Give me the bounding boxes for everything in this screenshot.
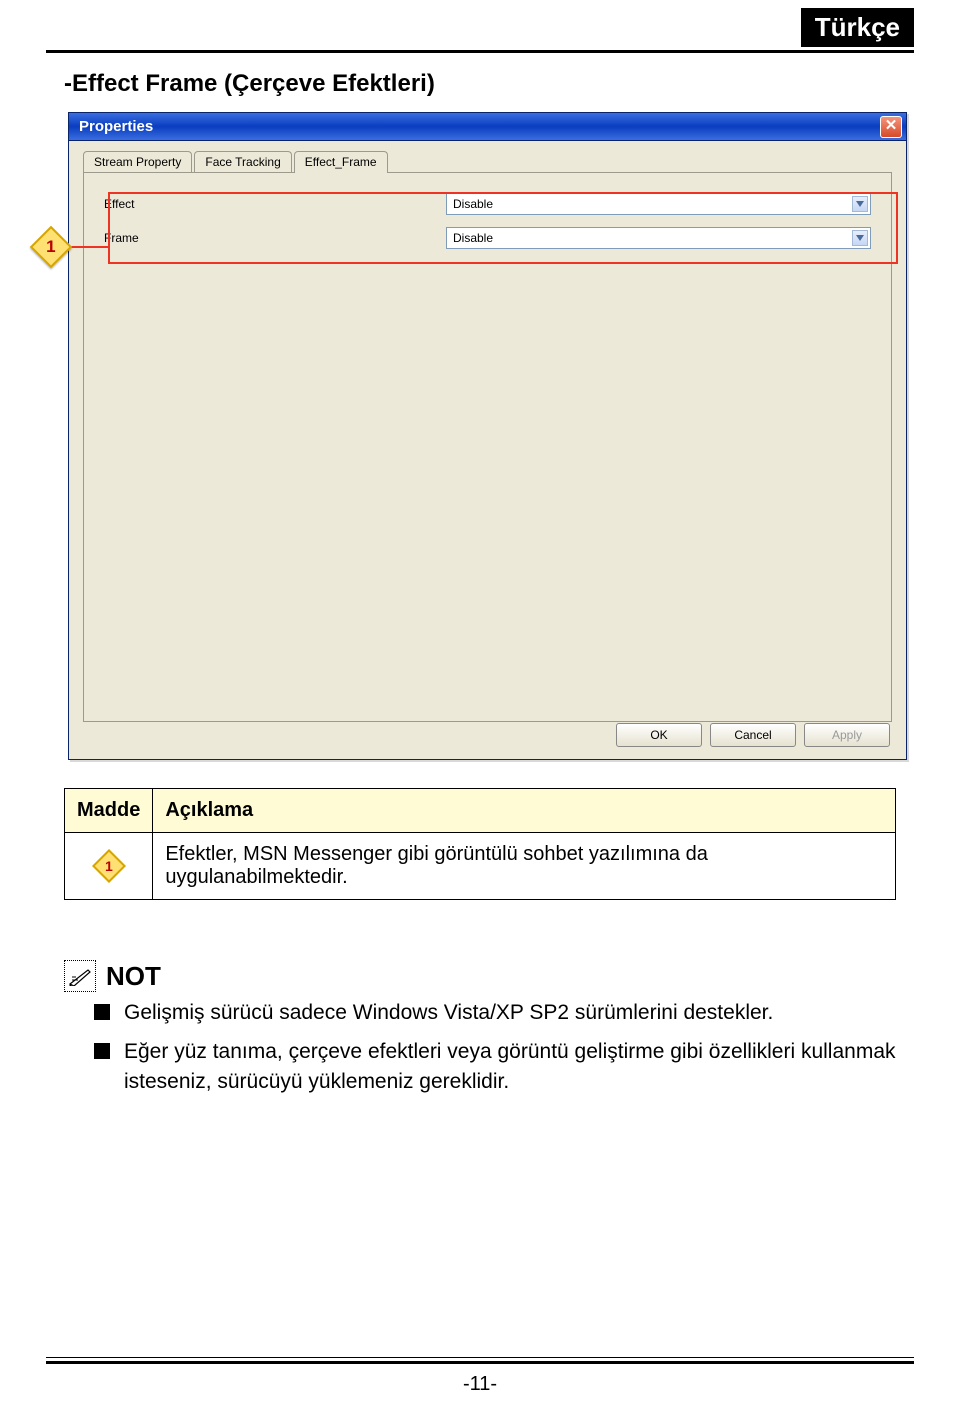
top-horizontal-rule	[46, 50, 914, 53]
apply-button[interactable]: Apply	[804, 723, 890, 747]
label-effect: Effect	[104, 197, 438, 211]
page-number: -11-	[0, 1373, 960, 1396]
cell-marker: 1	[65, 833, 153, 900]
diamond-marker-icon: 1	[92, 849, 126, 883]
row-frame: Frame Disable	[104, 225, 871, 251]
dialog-title: Properties	[79, 118, 153, 135]
chevron-down-icon	[852, 230, 868, 246]
note-icon	[64, 960, 96, 992]
note-header: NOT	[64, 960, 896, 992]
callout-marker-1: 1	[36, 232, 110, 262]
callout-connector-line	[66, 246, 110, 248]
row-effect: Effect Disable	[104, 191, 871, 217]
diamond-marker-icon: 1	[30, 226, 72, 268]
table-row: 1 Efektler, MSN Messenger gibi görüntülü…	[65, 833, 896, 900]
list-item: Eğer yüz tanıma, çerçeve efektleri veya …	[94, 1037, 896, 1096]
close-icon: ✕	[885, 117, 898, 134]
chevron-down-icon	[852, 196, 868, 212]
label-frame: Frame	[104, 231, 438, 245]
footer-rule-thin	[46, 1357, 914, 1358]
note-list: Gelişmiş sürücü sadece Windows Vista/XP …	[94, 998, 896, 1096]
cancel-button[interactable]: Cancel	[710, 723, 796, 747]
dialog-footer: OK Cancel Apply	[616, 723, 890, 747]
tab-stream-property[interactable]: Stream Property	[83, 151, 192, 173]
square-bullet-icon	[94, 1004, 110, 1020]
cell-description: Efektler, MSN Messenger gibi görüntülü s…	[153, 833, 896, 900]
section-title: -Effect Frame (Çerçeve Efektleri)	[64, 70, 435, 98]
dialog-titlebar: Properties ✕	[69, 113, 906, 141]
close-button[interactable]: ✕	[880, 116, 902, 138]
th-madde: Madde	[65, 789, 153, 833]
marker-number: 1	[105, 858, 113, 874]
tab-effect-frame[interactable]: Effect_Frame	[294, 151, 388, 173]
dropdown-effect-value: Disable	[453, 197, 493, 211]
callout-number: 1	[46, 237, 55, 257]
dialog-body: Stream Property Face Tracking Effect_Fra…	[69, 141, 906, 759]
square-bullet-icon	[94, 1043, 110, 1059]
th-aciklama: Açıklama	[153, 789, 896, 833]
form-rows: Effect Disable Frame Disable	[104, 191, 871, 251]
tab-strip: Stream Property Face Tracking Effect_Fra…	[83, 151, 892, 173]
note-section: NOT Gelişmiş sürücü sadece Windows Vista…	[64, 960, 896, 1106]
footer-rule-thick	[46, 1361, 914, 1364]
properties-dialog: Properties ✕ Stream Property Face Tracki…	[68, 112, 907, 760]
tab-panel: Effect Disable Frame Disable	[83, 172, 892, 722]
list-item: Gelişmiş sürücü sadece Windows Vista/XP …	[94, 998, 896, 1027]
description-table: Madde Açıklama 1 Efektler, MSN Messenger…	[64, 788, 896, 900]
language-badge: Türkçe	[801, 8, 914, 47]
dropdown-frame-value: Disable	[453, 231, 493, 245]
note-text-2: Eğer yüz tanıma, çerçeve efektleri veya …	[124, 1037, 896, 1096]
note-text-1: Gelişmiş sürücü sadece Windows Vista/XP …	[124, 998, 773, 1027]
dropdown-frame[interactable]: Disable	[446, 227, 871, 249]
tab-face-tracking[interactable]: Face Tracking	[194, 151, 291, 173]
dropdown-effect[interactable]: Disable	[446, 193, 871, 215]
note-title: NOT	[106, 961, 161, 992]
description-table-section: Madde Açıklama 1 Efektler, MSN Messenger…	[64, 788, 896, 900]
ok-button[interactable]: OK	[616, 723, 702, 747]
